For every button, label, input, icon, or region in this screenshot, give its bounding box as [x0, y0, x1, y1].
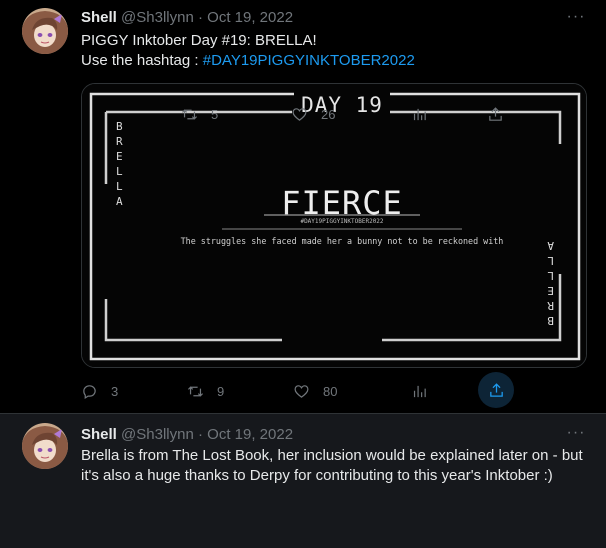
- image-caption: The struggles she faced made her a bunny…: [181, 236, 504, 246]
- author-handle[interactable]: @Sh3llynn: [121, 426, 194, 443]
- analytics-icon: [413, 385, 426, 397]
- share-icon: [489, 106, 502, 121]
- author-name[interactable]: Shell: [81, 9, 117, 26]
- avatar[interactable]: [22, 8, 68, 54]
- side-letter: L: [116, 180, 123, 193]
- side-letter: R: [116, 135, 123, 148]
- like-button[interactable]: 26: [291, 102, 335, 126]
- heart-icon: [294, 384, 309, 398]
- like-button[interactable]: 80: [293, 379, 337, 403]
- retweet-button[interactable]: 5: [181, 102, 218, 126]
- tweet-text-line: PIGGY Inktober Day #19: BRELLA!: [81, 32, 317, 49]
- separator: ·: [197, 9, 203, 26]
- image-title: FIERCE: [281, 184, 403, 222]
- analytics-button[interactable]: [411, 102, 428, 126]
- heart-icon: [292, 107, 307, 121]
- tweet-text: Brella is from The Lost Book, her inclus…: [81, 447, 583, 484]
- side-letter: R: [547, 299, 554, 312]
- reply-icon: [83, 384, 96, 399]
- author-handle[interactable]: @Sh3llynn: [121, 9, 194, 26]
- tweet[interactable]: Shell @Sh3llynn · Oct 19, 2022 ··· Brell…: [0, 107, 606, 548]
- tweet-actions: 3 9 80: [81, 372, 521, 408]
- like-count: 26: [321, 106, 336, 122]
- side-letter: A: [116, 195, 123, 208]
- side-letter: B: [547, 314, 554, 327]
- share-button[interactable]: [487, 102, 504, 126]
- reply-button[interactable]: 3: [81, 379, 118, 403]
- tweet-text: PIGGY Inktober Day #19: BRELLA! Use the …: [81, 31, 593, 71]
- tweet-text-prefix: Use the hashtag :: [81, 52, 203, 69]
- retweet-count: 9: [217, 383, 225, 399]
- analytics-icon: [413, 108, 426, 120]
- retweet-count: 5: [211, 106, 219, 122]
- more-options-button[interactable]: ···: [566, 425, 586, 446]
- share-icon: [489, 382, 503, 397]
- like-count: 80: [323, 383, 338, 399]
- tweet-actions: 5 26: [81, 102, 521, 126]
- analytics-button[interactable]: [411, 379, 428, 403]
- hashtag-link[interactable]: #DAY19PIGGYINKTOBER2022: [203, 52, 415, 69]
- tweet-header: Shell @Sh3llynn · Oct 19, 2022: [81, 425, 293, 445]
- retweet-icon: [187, 385, 204, 397]
- tweet-date[interactable]: Oct 19, 2022: [207, 9, 293, 26]
- share-button[interactable]: [478, 372, 514, 408]
- author-name[interactable]: Shell: [81, 426, 117, 443]
- side-letter: E: [547, 284, 554, 297]
- side-letter: L: [547, 254, 554, 267]
- reply-count: 3: [111, 383, 119, 399]
- avatar[interactable]: [22, 423, 68, 469]
- side-letter: E: [116, 150, 123, 163]
- tweet-date[interactable]: Oct 19, 2022: [207, 426, 293, 443]
- side-letter: L: [116, 165, 123, 178]
- side-letter: L: [547, 269, 554, 282]
- tweet-header: Shell @Sh3llynn · Oct 19, 2022: [81, 8, 293, 28]
- separator: ·: [197, 426, 203, 443]
- more-options-button[interactable]: ···: [566, 9, 586, 30]
- tweet-text-line: Use the hashtag : #DAY19PIGGYINKTOBER202…: [81, 51, 593, 71]
- image-hashtag: #DAY19PIGGYINKTOBER2022: [300, 218, 383, 225]
- tweet[interactable]: Shell @Sh3llynn · Oct 19, 2022 ··· PIGGY…: [0, 0, 606, 413]
- retweet-icon: [181, 108, 198, 120]
- side-letter: A: [547, 239, 554, 252]
- retweet-button[interactable]: 9: [187, 379, 224, 403]
